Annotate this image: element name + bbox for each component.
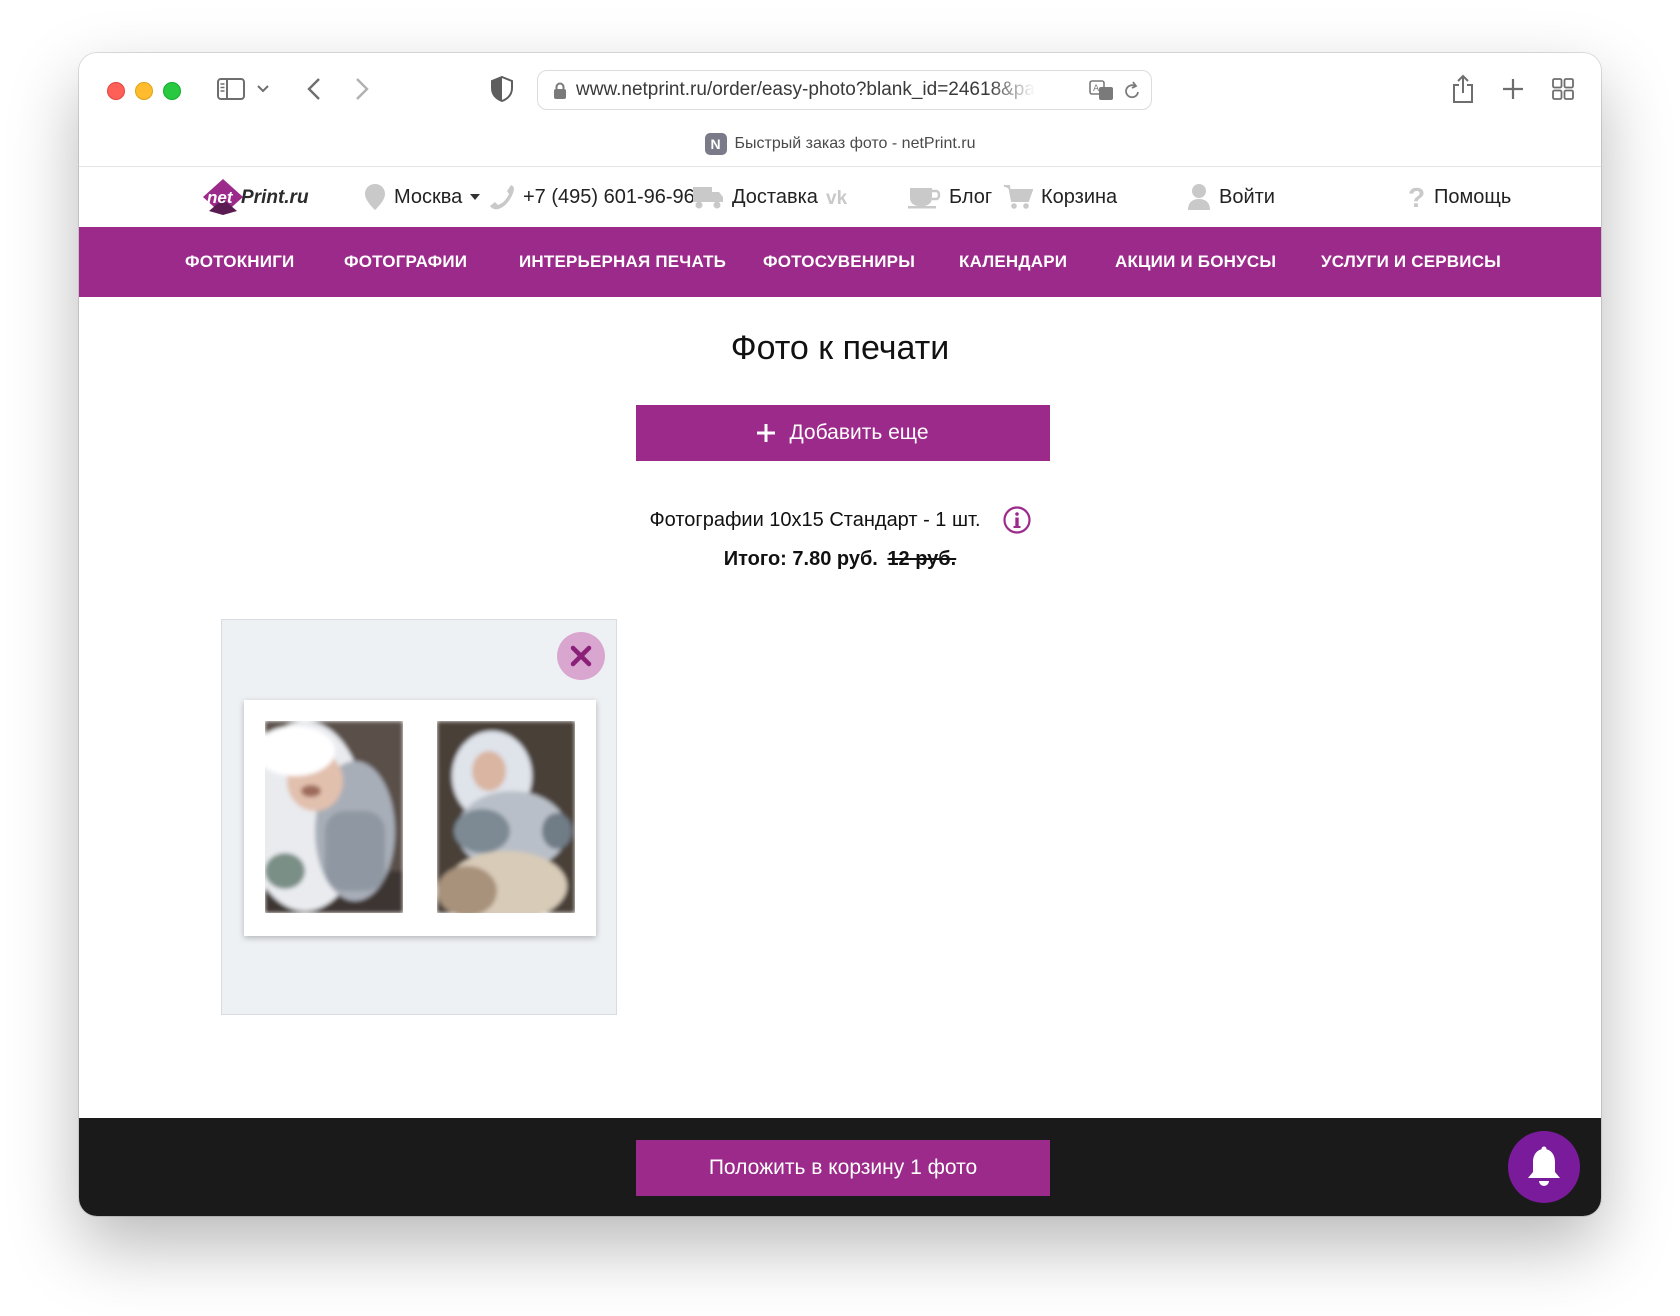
svg-text:A: A [1093,84,1100,94]
nav-item-services[interactable]: УСЛУГИ И СЕРВИСЫ [1321,227,1501,297]
coffee-cup-icon [908,188,941,209]
svg-text:net: net [207,188,234,207]
help-link[interactable]: ? Помощь [1408,181,1511,213]
city-selector[interactable]: Москва [364,181,481,213]
product-description: Фотографии 10x15 Стандарт - 1 шт. [649,508,981,531]
truck-icon [693,187,723,209]
photo-thumbnail [437,721,575,913]
bottom-bar: Положить в корзину 1 фото [79,1118,1601,1216]
netprint-logo[interactable]: net Print.ru [201,177,325,217]
bell-icon [1528,1146,1560,1186]
reload-icon[interactable] [1123,81,1141,101]
main-nav: ФОТОКНИГИ ФОТОГРАФИИ ИНТЕРЬЕРНАЯ ПЕЧАТЬ … [79,227,1601,297]
old-price: 12 руб. [887,548,957,570]
nav-item-photobooks[interactable]: ФОТОКНИГИ [185,227,294,297]
browser-toolbar: www.netprint.ru/order/easy-photo?blank_i… [79,53,1601,167]
location-pin-icon [365,184,385,210]
tab-overview-icon[interactable] [1550,75,1576,103]
add-to-cart-button[interactable]: Положить в корзину 1 фото [636,1140,1050,1196]
tab-title-text: Быстрый заказ фото - netPrint.ru [734,135,976,152]
plus-icon [757,424,776,442]
svg-text:Print.ru: Print.ru [241,187,309,208]
caret-down-icon [470,194,481,200]
nav-item-calendars[interactable]: КАЛЕНДАРИ [959,227,1067,297]
address-bar[interactable]: www.netprint.ru/order/easy-photo?blank_i… [537,70,1152,110]
active-tab[interactable]: N Быстрый заказ фото - netPrint.ru [79,131,1601,157]
vk-icon: vk [826,188,848,207]
nav-item-promotions[interactable]: АКЦИИ И БОНУСЫ [1115,227,1276,297]
svg-text:?: ? [1408,183,1425,211]
nav-item-photos[interactable]: ФОТОГРАФИИ [344,227,467,297]
url-text: www.netprint.ru/order/easy-photo?blank_i… [576,79,1035,100]
zoom-window-button[interactable] [163,82,181,100]
nav-item-interior-print[interactable]: ИНТЕРЬЕРНАЯ ПЕЧАТЬ [519,227,726,297]
remove-photo-button[interactable] [557,632,605,680]
blog-link[interactable]: Блог [907,181,992,213]
nav-item-souvenirs[interactable]: ФОТОСУВЕНИРЫ [763,227,915,297]
user-icon [1188,184,1210,210]
forward-icon[interactable] [351,75,373,103]
product-summary: Фотографии 10x15 Стандарт - 1 шт. [79,503,1601,537]
notifications-button[interactable] [1508,1131,1580,1203]
delivery-link[interactable]: Доставка [692,181,818,213]
login-link[interactable]: Войти [1187,181,1275,213]
new-tab-icon[interactable] [1500,75,1526,103]
site-header: net Print.ru Москва +7 (495) 601-96-96 Д… [79,167,1601,227]
sidebar-toggle-icon[interactable] [216,77,246,101]
privacy-shield-icon[interactable] [489,75,515,103]
favicon: N [704,133,727,155]
order-total: Итого: 7.80 руб. 12 руб. [79,548,1601,571]
browser-window: www.netprint.ru/order/easy-photo?blank_i… [79,53,1601,1216]
cart-link[interactable]: Корзина [1003,181,1117,213]
close-icon [570,645,592,667]
photo-print-preview[interactable] [244,700,596,936]
share-icon[interactable] [1450,73,1476,105]
add-more-label: Добавить еще [789,421,929,444]
photo-thumbnail [265,721,403,913]
vk-link[interactable]: vk [826,181,856,213]
lock-icon [554,82,566,99]
phone-icon [490,185,514,210]
add-more-button[interactable]: Добавить еще [636,405,1050,461]
total-price: Итого: 7.80 руб. [723,548,878,570]
info-icon[interactable] [1002,506,1031,534]
phone-link[interactable]: +7 (495) 601-96-96 [489,181,695,213]
translate-icon[interactable]: A [1089,80,1115,102]
minimize-window-button[interactable] [135,82,153,100]
cart-icon [1004,185,1033,209]
close-window-button[interactable] [107,82,125,100]
page-title: Фото к печати [730,329,950,367]
back-icon[interactable] [303,75,325,103]
photo-card [221,619,617,1015]
chevron-down-icon[interactable] [255,79,271,99]
question-icon: ? [1408,183,1425,211]
svg-text:vk: vk [826,188,848,207]
